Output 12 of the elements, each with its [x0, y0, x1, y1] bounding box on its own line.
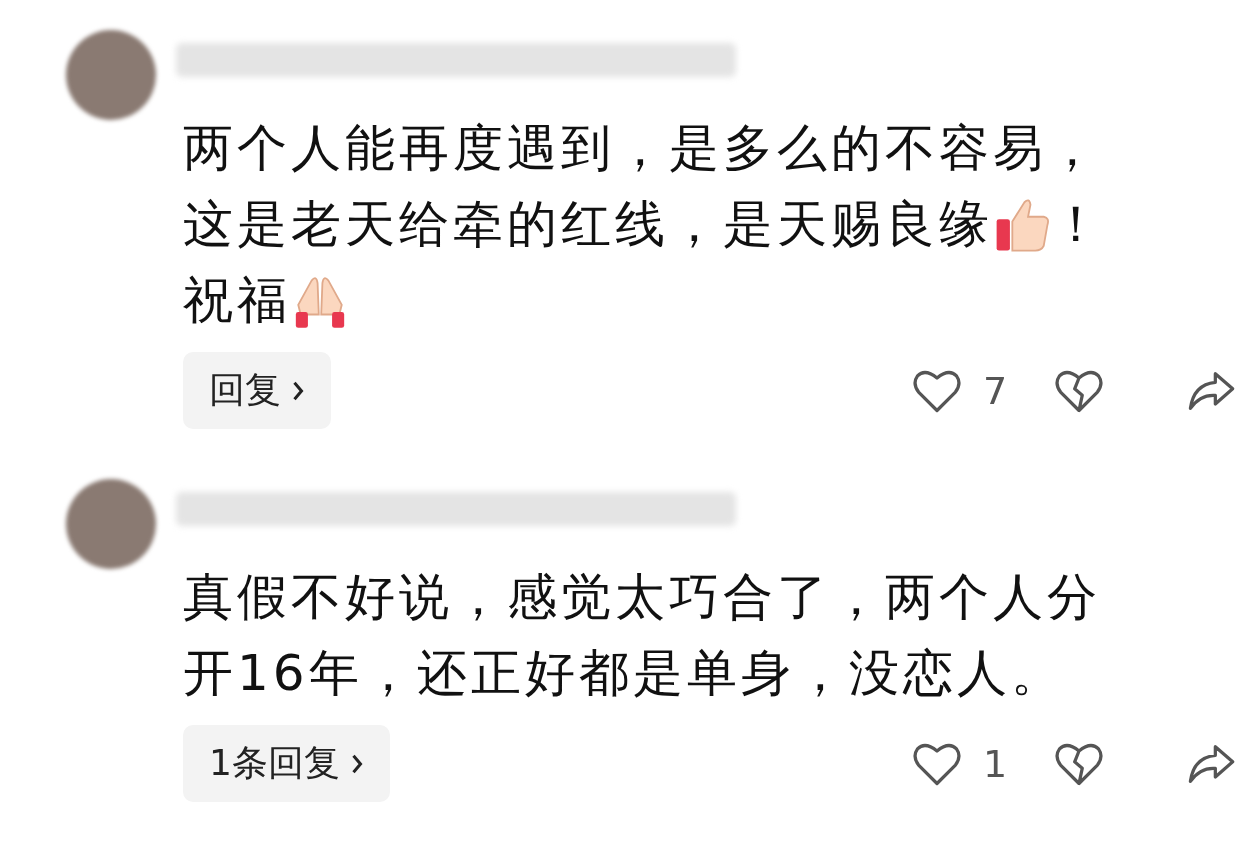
comment-text: 祝福	[183, 270, 291, 331]
comment-text: 开16年，还正好都是单身，没恋人。	[183, 643, 1065, 704]
comment-text: 这是老天给牵的红线，是天赐良缘	[183, 194, 993, 255]
blurred-avatar[interactable]	[66, 30, 156, 120]
comment-text: 真假不好说，感觉太巧合了，两个人分	[183, 567, 1101, 628]
like-count: 1	[982, 741, 1009, 786]
comment-text: ！	[1051, 194, 1105, 255]
comment-text: 两个人能再度遇到，是多么的不容易，	[183, 118, 1101, 179]
reply-button[interactable]: 1条回复	[183, 725, 390, 802]
reply-button[interactable]: 回复	[183, 352, 331, 429]
like-count: 7	[982, 368, 1009, 413]
blurred-avatar[interactable]	[66, 479, 156, 569]
